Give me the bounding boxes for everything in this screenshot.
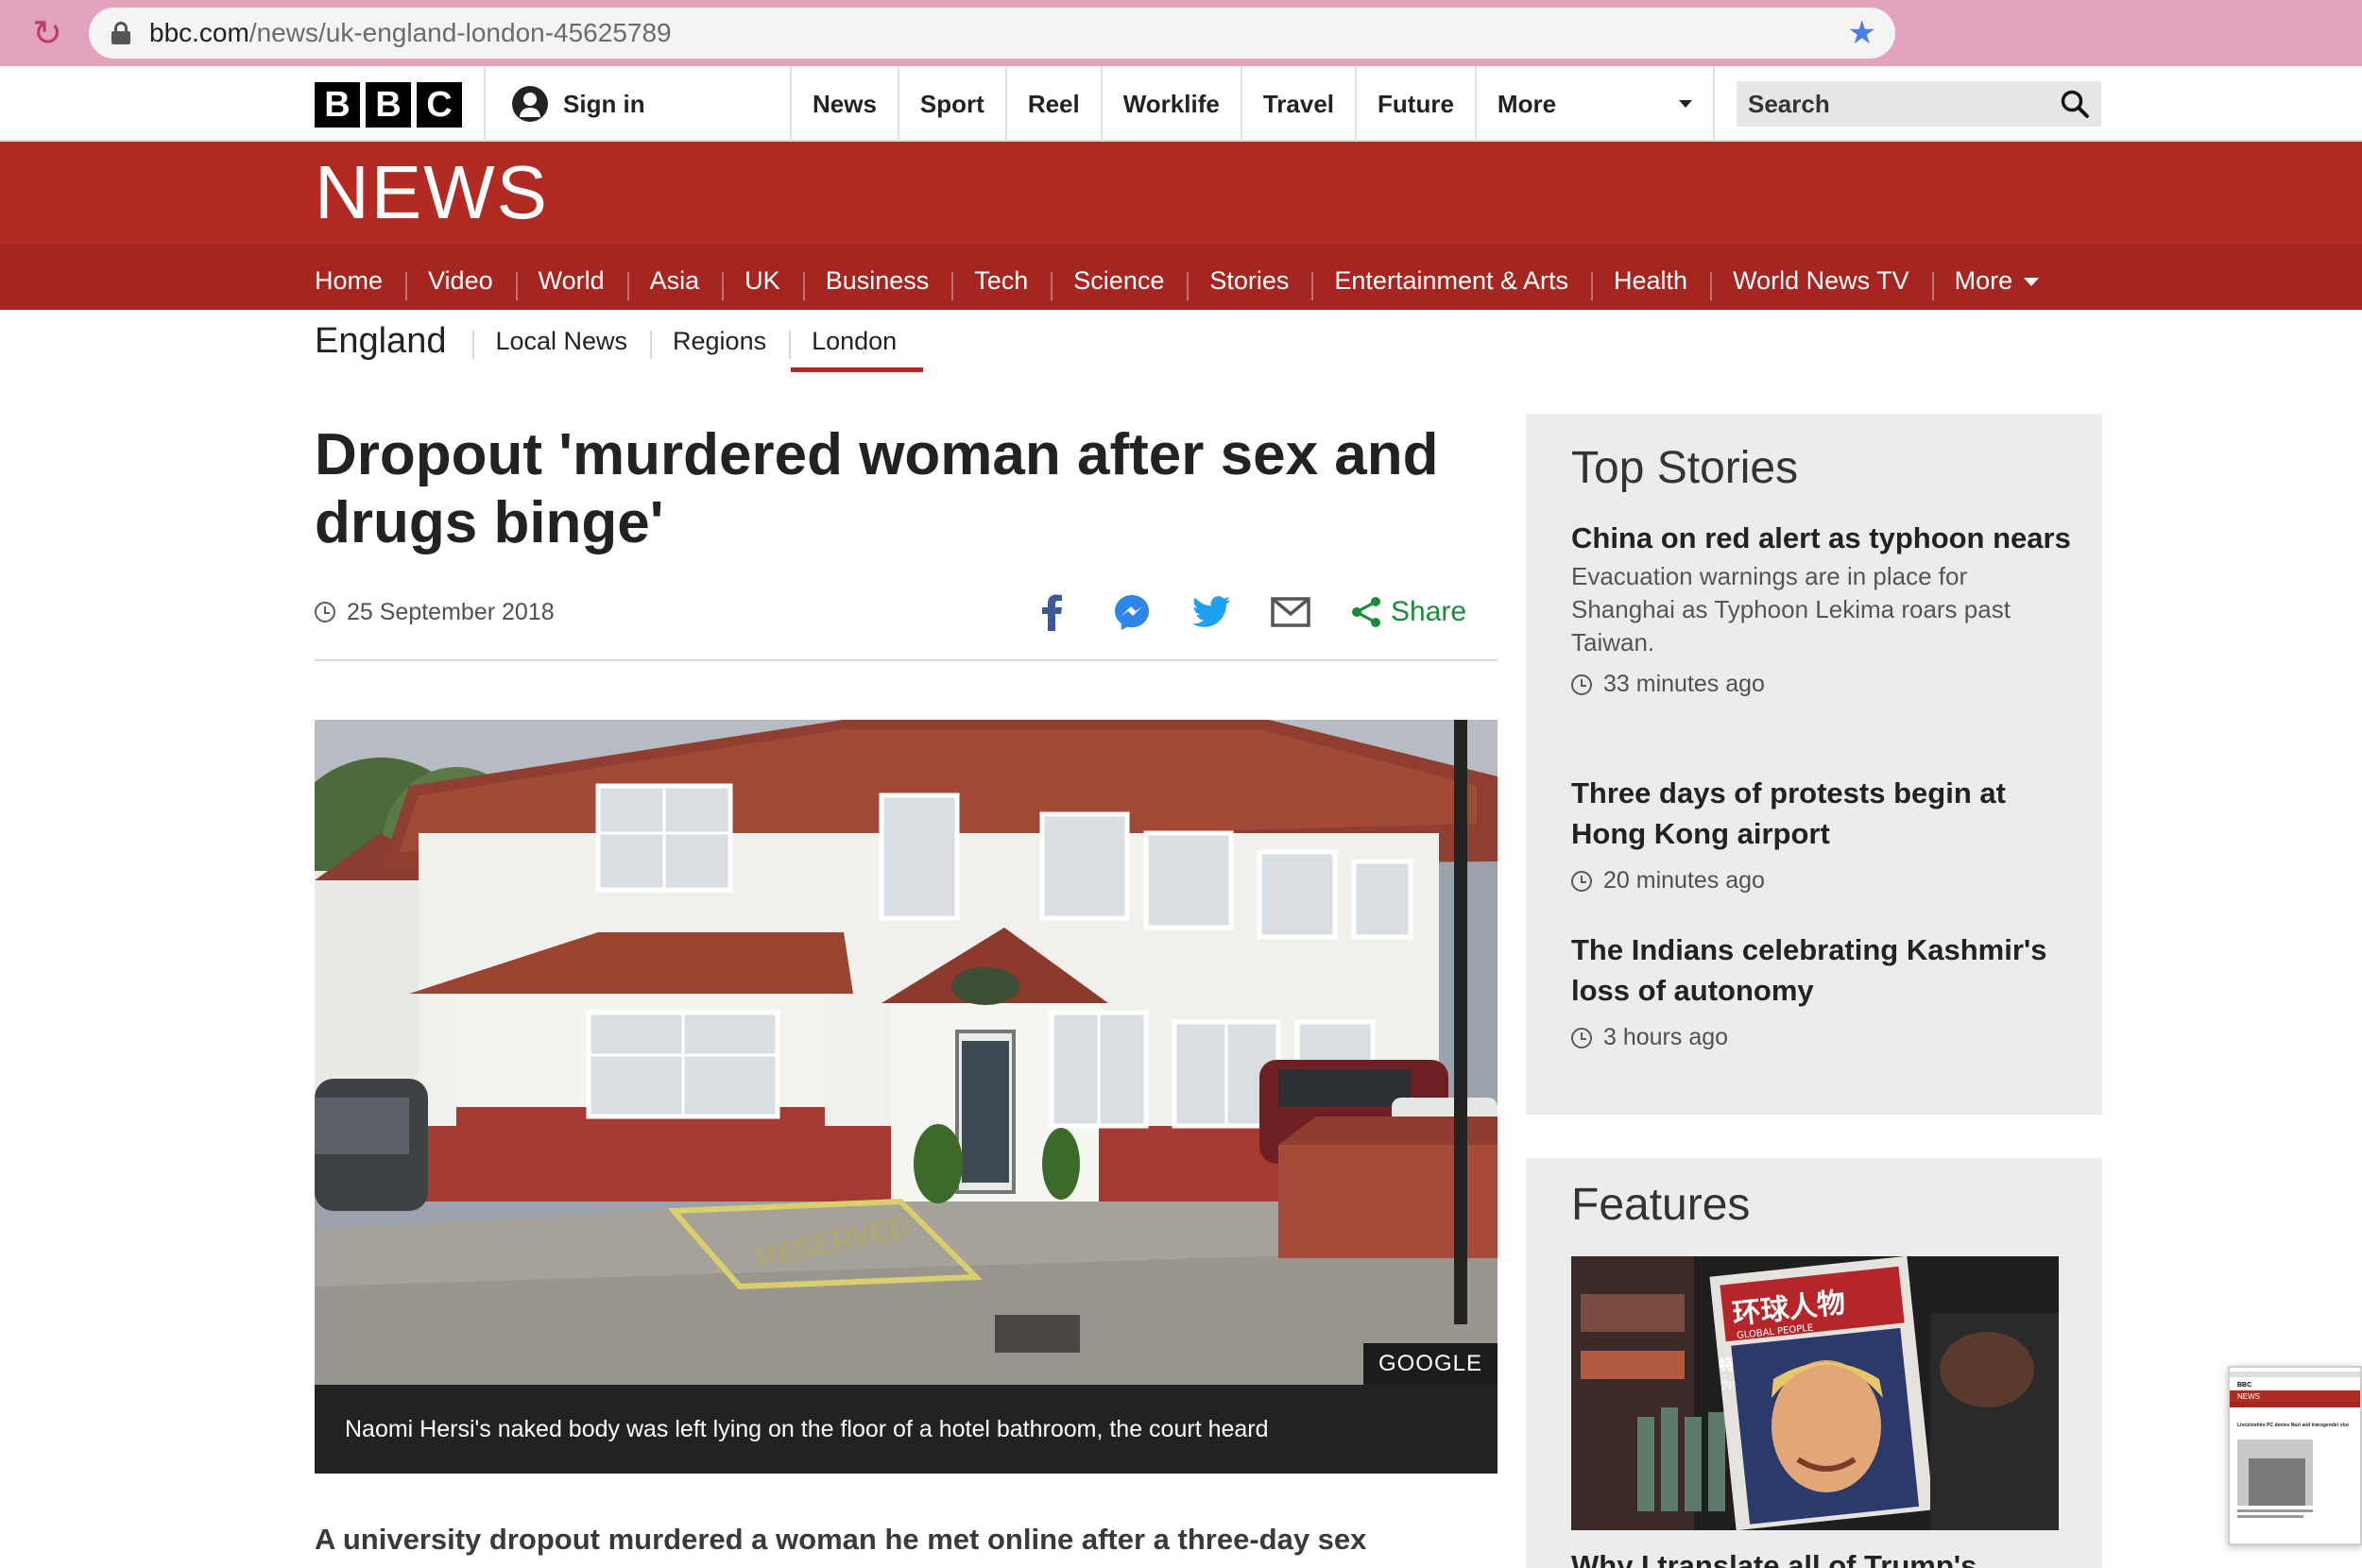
england-subnav: England Local News Regions London (315, 310, 924, 372)
news-banner: NEWS (0, 142, 2362, 244)
share-icon (1352, 597, 1380, 627)
meta-divider (315, 659, 1498, 661)
section-nav-video[interactable]: Video (405, 244, 516, 310)
article-date: 25 September 2018 (347, 598, 555, 625)
top-story-time: 20 minutes ago (1571, 867, 2072, 895)
url-text[interactable]: bbc.com/news/uk-england-london-45625789 (149, 19, 672, 47)
news-section-nav: Home Video World Asia UK Business Tech S… (0, 244, 2362, 310)
global-nav-reel[interactable]: Reel (1004, 66, 1101, 142)
sign-in-link[interactable]: Sign in (512, 85, 645, 123)
sign-in-label: Sign in (563, 90, 645, 118)
section-nav-entertainment-arts[interactable]: Entertainment & Arts (1311, 244, 1591, 310)
logo-letter: C (417, 82, 462, 128)
subnav-regions[interactable]: Regions (650, 310, 789, 372)
reload-icon[interactable]: ↻ (26, 13, 68, 55)
feature-image[interactable]: 环球人物 GLOBAL PEOPLE 特朗普 为什么行 (1571, 1256, 2059, 1530)
email-icon[interactable] (1268, 589, 1313, 635)
lock-icon (111, 22, 130, 44)
top-stories-panel: Top Stories China on red alert as typhoo… (1526, 414, 2102, 1115)
logo-letter: B (315, 82, 360, 128)
section-nav-science[interactable]: Science (1051, 244, 1187, 310)
user-icon (512, 86, 548, 122)
bbc-global-header: B B C Sign in News Sport Reel Worklife T… (0, 66, 2362, 142)
top-story-link[interactable]: Three days of protests begin at Hong Kon… (1571, 773, 2072, 854)
global-nav-future[interactable]: Future (1355, 66, 1475, 142)
subnav-local-news[interactable]: Local News (472, 310, 650, 372)
top-stories-title: Top Stories (1571, 443, 1799, 493)
share-tools: Share (1030, 589, 1466, 635)
thumbnail-headline: Lincolnshire PC denies Nazi and transgen… (2237, 1423, 2349, 1428)
news-logo[interactable]: NEWS (315, 155, 549, 230)
thumbnail-bbc-logo: BBC (2237, 1382, 2251, 1389)
search-box (1737, 81, 2101, 127)
bbc-logo[interactable]: B B C (315, 82, 462, 128)
feature-link[interactable]: Why I translate all of Trump's (1571, 1547, 2081, 1568)
section-nav-health[interactable]: Health (1591, 244, 1710, 310)
global-nav-more-label: More (1497, 90, 1557, 118)
top-story-summary: Evacuation warnings are in place for Sha… (1571, 562, 2011, 656)
browser-toolbar: ↻ bbc.com/news/uk-england-london-4562578… (0, 0, 2362, 66)
features-panel: Features 环球人物 GLOBAL PEOPLE 特朗普 为什么行 (1526, 1158, 2102, 1568)
header-divider (484, 66, 486, 142)
features-title: Features (1571, 1180, 1751, 1230)
clock-icon (1571, 870, 1592, 892)
share-button[interactable]: Share (1351, 596, 1466, 628)
top-story-item: China on red alert as typhoon nears Evac… (1571, 518, 2072, 698)
clock-icon (1571, 1027, 1592, 1048)
global-nav-sport[interactable]: Sport (897, 66, 1005, 142)
logo-letter: B (366, 82, 411, 128)
top-story-link[interactable]: The Indians celebrating Kashmir's loss o… (1571, 929, 2072, 1011)
search-input[interactable] (1737, 81, 2039, 127)
section-nav-more[interactable]: More (1931, 244, 2062, 310)
section-nav-world[interactable]: World (515, 244, 627, 310)
article-headline: Dropout 'murdered woman after sex and dr… (315, 422, 1439, 555)
top-story-time-label: 20 minutes ago (1603, 867, 1765, 894)
facebook-icon[interactable] (1030, 589, 1075, 635)
address-bar[interactable]: bbc.com/news/uk-england-london-45625789 … (89, 8, 1895, 59)
top-story-time-label: 3 hours ago (1603, 1024, 1729, 1050)
section-nav-tech[interactable]: Tech (951, 244, 1051, 310)
section-nav-more-label: More (1954, 266, 2013, 295)
global-nav-news[interactable]: News (790, 66, 898, 142)
bookmark-star-icon[interactable]: ★ (1848, 15, 1876, 51)
clock-icon (315, 602, 335, 622)
subnav-section-title[interactable]: England (315, 310, 472, 372)
search-icon[interactable] (2060, 89, 2090, 119)
image-credit: GOOGLE (1362, 1343, 1498, 1385)
article-meta: 25 September 2018 (315, 593, 555, 631)
article-image: RESERVED GOOGLE (315, 720, 1498, 1385)
share-label: Share (1391, 596, 1467, 627)
page-thumbnail-preview[interactable]: BBC NEWS Lincolnshire PC denies Nazi and… (2228, 1366, 2362, 1545)
top-story-time: 33 minutes ago (1571, 671, 2072, 698)
messenger-icon[interactable] (1109, 589, 1155, 635)
global-nav-more[interactable]: More (1474, 66, 1715, 142)
url-host: bbc.com (149, 18, 249, 47)
top-story-time: 3 hours ago (1571, 1024, 2072, 1051)
top-story-time-label: 33 minutes ago (1603, 671, 1765, 697)
url-path: /news/uk-england-london-45625789 (248, 18, 672, 47)
article-lead: A university dropout murdered a woman he… (315, 1523, 1367, 1556)
global-nav: News Sport Reel Worklife Travel Future M… (790, 66, 1715, 142)
section-nav-home[interactable]: Home (315, 244, 405, 310)
top-story-item: Three days of protests begin at Hong Kon… (1571, 773, 2072, 895)
section-nav-world-news-tv[interactable]: World News TV (1710, 244, 1932, 310)
twitter-icon[interactable] (1189, 589, 1234, 635)
global-nav-worklife[interactable]: Worklife (1100, 66, 1241, 142)
chevron-down-icon (2024, 278, 2040, 286)
clock-icon (1571, 673, 1592, 695)
subnav-london[interactable]: London (789, 310, 924, 372)
section-nav-stories[interactable]: Stories (1187, 244, 1311, 310)
global-nav-travel[interactable]: Travel (1240, 66, 1355, 142)
section-nav-asia[interactable]: Asia (626, 244, 723, 310)
section-nav-business[interactable]: Business (802, 244, 952, 310)
top-story-item: The Indians celebrating Kashmir's loss o… (1571, 929, 2072, 1051)
chevron-down-icon (1678, 100, 1692, 108)
image-caption: Naomi Hersi's naked body was left lying … (315, 1385, 1498, 1474)
section-nav-uk[interactable]: UK (722, 244, 803, 310)
thumbnail-news-banner: NEWS (2237, 1392, 2260, 1401)
top-story-link[interactable]: China on red alert as typhoon nears (1571, 518, 2072, 558)
